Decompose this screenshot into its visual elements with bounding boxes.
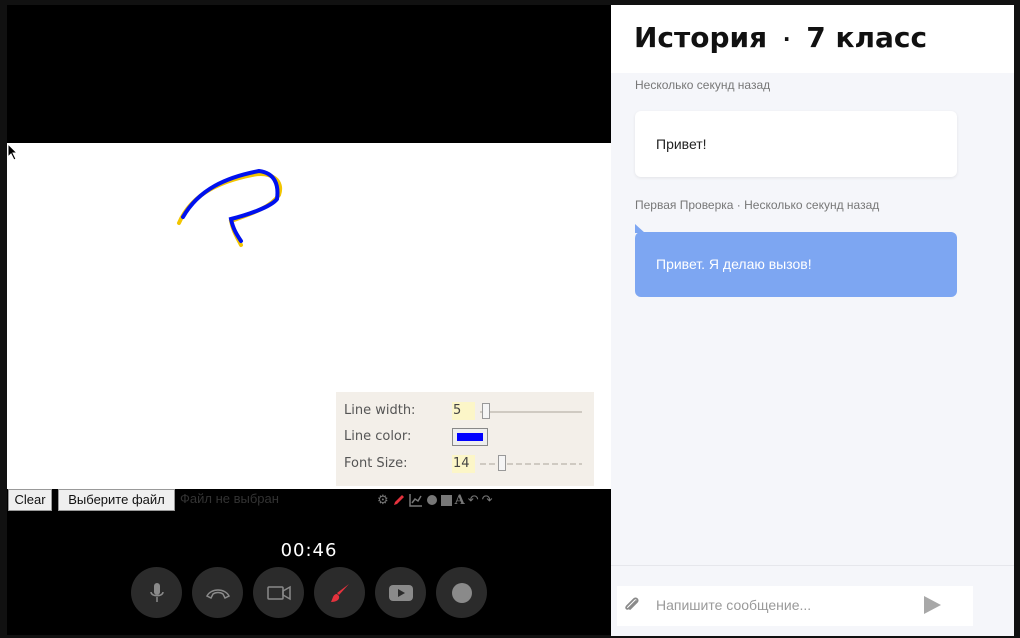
whiteboard-button[interactable]	[314, 567, 365, 618]
chat-title-subject: История	[634, 21, 768, 54]
record-icon	[451, 582, 472, 603]
youtube-button[interactable]	[375, 567, 426, 618]
chat-title-grade: 7 класс	[806, 21, 928, 54]
redo-icon[interactable]: ↷	[482, 493, 493, 508]
line-width-slider-track[interactable]	[480, 411, 582, 413]
font-size-slider-track[interactable]	[480, 463, 582, 465]
call-controls	[131, 567, 487, 618]
line-width-slider-thumb[interactable]	[482, 403, 490, 419]
paperclip-icon[interactable]	[623, 595, 641, 615]
drawing-toolbar: ⚙ A ↶ ↷	[377, 491, 493, 509]
message-meta: Несколько секунд назад	[635, 78, 771, 92]
clear-button[interactable]: Clear	[8, 489, 52, 511]
font-size-slider-thumb[interactable]	[498, 455, 506, 471]
call-timer: 00:46	[280, 540, 338, 561]
line-width-value[interactable]: 5	[452, 402, 475, 420]
circle-icon[interactable]	[426, 494, 438, 506]
message-composer	[611, 565, 1014, 636]
video-area	[7, 5, 611, 143]
send-icon[interactable]	[922, 595, 942, 615]
message-input[interactable]	[656, 597, 916, 613]
microphone-icon	[149, 582, 164, 602]
hang-up-button[interactable]	[192, 567, 243, 618]
hang-up-icon	[205, 588, 230, 599]
camera-button[interactable]	[253, 567, 304, 618]
mute-button[interactable]	[131, 567, 182, 618]
square-icon[interactable]	[440, 494, 452, 506]
no-file-text: Файл не выбран	[180, 491, 279, 506]
line-color-swatch	[457, 433, 483, 441]
message-bubble: Привет!	[635, 111, 957, 177]
font-size-label: Font Size:	[344, 456, 408, 471]
chat-title: История · 7 класс	[634, 21, 927, 54]
brush-icon	[330, 583, 349, 602]
drawing-options-panel: Line width: 5 Line color: Font Size: 14	[336, 392, 594, 486]
settings-icon[interactable]: ⚙	[377, 493, 389, 508]
chat-panel: История · 7 класс Несколько секунд назад…	[611, 5, 1014, 636]
line-color-label: Line color:	[344, 429, 412, 444]
record-button[interactable]	[436, 567, 487, 618]
youtube-icon	[388, 584, 413, 601]
chat-header: История · 7 класс	[611, 5, 1014, 73]
camera-icon	[266, 585, 291, 600]
line-chart-icon[interactable]	[408, 493, 423, 507]
font-size-value[interactable]: 14	[452, 455, 475, 473]
line-color-picker[interactable]	[452, 428, 488, 446]
undo-icon[interactable]: ↶	[468, 493, 479, 508]
video-whiteboard-panel: Line width: 5 Line color: Font Size: 14 …	[7, 5, 611, 635]
line-width-label: Line width:	[344, 403, 416, 418]
chat-title-separator: ·	[782, 27, 791, 51]
choose-file-button[interactable]: Выберите файл	[58, 489, 175, 511]
text-icon[interactable]: A	[455, 493, 465, 508]
pencil-icon[interactable]	[392, 493, 406, 507]
message-meta: Первая Проверка · Несколько секунд назад	[635, 198, 880, 212]
whiteboard-canvas[interactable]: Line width: 5 Line color: Font Size: 14	[7, 143, 611, 489]
own-message-bubble: Привет. Я делаю вызов!	[635, 232, 957, 297]
